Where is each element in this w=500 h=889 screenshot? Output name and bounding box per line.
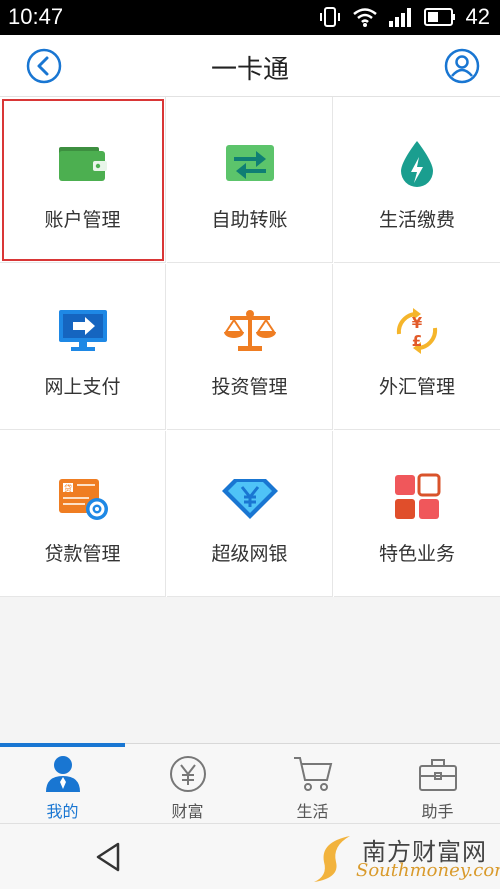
grid-item-forex-management[interactable]: ¥ £ 外汇管理 xyxy=(334,264,500,430)
status-icons: 42 xyxy=(318,4,490,30)
tab-label: 我的 xyxy=(46,802,79,821)
watermark-text-en: Southmoney.com xyxy=(356,860,500,881)
yen-circle-icon xyxy=(169,756,206,792)
wifi-icon xyxy=(352,8,377,27)
user-profile-button[interactable] xyxy=(444,48,480,84)
system-nav-bar: 南方财富网 Southmoney.com xyxy=(0,823,500,889)
grid-item-label: 投资管理 xyxy=(211,376,288,398)
grid-item-featured-services[interactable]: 特色业务 xyxy=(334,431,500,597)
grid-item-online-payment[interactable]: 网上支付 xyxy=(0,264,166,430)
grid-item-label: 自助转账 xyxy=(211,209,288,231)
svg-text:¥: ¥ xyxy=(412,314,423,332)
grid-item-label: 特色业务 xyxy=(378,543,455,565)
grid-item-loan-management[interactable]: 贷 贷款管理 xyxy=(0,431,166,597)
tab-label: 生活 xyxy=(296,802,329,821)
empty-area xyxy=(0,597,500,743)
tab-label: 助手 xyxy=(421,802,454,821)
grid-item-label: 网上支付 xyxy=(44,376,121,398)
tab-wealth[interactable]: 财富 xyxy=(125,744,250,824)
tab-life[interactable]: 生活 xyxy=(250,744,375,824)
grid-squares-icon xyxy=(395,473,441,519)
app-header: 一卡通 xyxy=(0,35,500,97)
wallet-icon xyxy=(58,147,107,181)
loan-card-icon: 贷 xyxy=(58,479,108,520)
signal-icon xyxy=(388,8,411,27)
svg-text:贷: 贷 xyxy=(64,483,72,493)
tab-mine[interactable]: 我的 xyxy=(0,744,125,824)
system-back-button[interactable] xyxy=(92,840,126,874)
grid-item-investment-management[interactable]: 投资管理 xyxy=(167,264,333,430)
grid-item-utility-payment[interactable]: 生活缴费 xyxy=(334,97,500,263)
function-grid: 账户管理 自助转账 生活缴费 网上支付 投资管理 ¥ £ 外汇管理 贷 贷款管理… xyxy=(0,97,500,597)
grid-item-label: 超级网银 xyxy=(211,543,288,565)
bottom-tab-bar: 我的 财富 生活 助手 xyxy=(0,743,500,823)
page-title: 一卡通 xyxy=(210,55,289,85)
grid-item-label: 贷款管理 xyxy=(44,543,121,565)
tab-label: 财富 xyxy=(171,802,204,821)
monitor-pay-icon xyxy=(58,310,107,351)
battery-icon xyxy=(423,8,455,26)
status-time: 10:47 xyxy=(8,4,64,29)
currency-exchange-icon: ¥ £ xyxy=(396,308,438,354)
watermark: 南方财富网 Southmoney.com xyxy=(310,832,500,884)
grid-item-self-transfer[interactable]: 自助转账 xyxy=(167,97,333,263)
scale-icon xyxy=(223,310,276,351)
water-drop-icon xyxy=(401,141,433,187)
person-icon xyxy=(45,756,80,792)
grid-item-super-ebank[interactable]: 超级网银 xyxy=(167,431,333,597)
grid-item-label: 外汇管理 xyxy=(378,376,455,398)
vibrate-icon xyxy=(319,7,340,27)
grid-item-account-management[interactable]: 账户管理 xyxy=(0,97,166,263)
svg-text:£: £ xyxy=(412,332,422,350)
grid-item-label: 生活缴费 xyxy=(378,209,455,231)
cart-icon xyxy=(293,757,332,791)
grid-item-label: 账户管理 xyxy=(44,209,121,231)
diamond-yen-icon xyxy=(221,479,278,519)
transfer-icon xyxy=(225,145,274,181)
battery-level: 42 xyxy=(465,4,490,29)
status-bar: 10:47 42 xyxy=(0,0,500,35)
briefcase-icon xyxy=(418,759,457,791)
tab-assistant[interactable]: 助手 xyxy=(375,744,500,824)
